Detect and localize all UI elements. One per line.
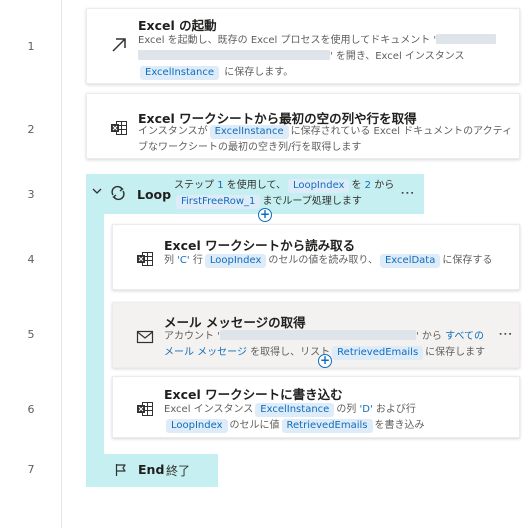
end-label: 終了 xyxy=(166,464,191,478)
desc-text: の列 xyxy=(336,404,357,415)
desc-text: Excel を起動し、既存の Excel プロセスを使用してドキュメント ' xyxy=(138,35,437,46)
excel-icon xyxy=(135,399,155,419)
action-description: 列 'C' 行 LoopIndex のセルの値を読み取り、 ExcelData に保存す… xyxy=(164,253,504,269)
action-card-retrieve-emails[interactable]: メール メッセージの取得 アカウント ' ' から すべての メール メッセージ … xyxy=(112,302,520,368)
action-card-launch-excel[interactable]: Excel の起動 Excel を起動し、既存の Excel プロセスを使用して… xyxy=(86,8,520,84)
flag-icon xyxy=(114,462,128,481)
variable-tag[interactable]: LoopIndex xyxy=(204,254,267,268)
mail-icon xyxy=(135,327,155,347)
action-description: インスタンスが ExcelInstance に保存されている Excel ドキュメン… xyxy=(138,124,514,156)
action-card-write-excel[interactable]: Excel ワークシートに書き込む Excel インスタンス ExcelInsta… xyxy=(112,376,520,438)
line-number: 6 xyxy=(27,403,35,416)
desc-text: ' を開き、Excel インスタンス xyxy=(330,51,465,62)
loop-header[interactable]: Loop ステップ 1 を使用して、 LoopIndex を 2 から FirstF… xyxy=(86,174,424,214)
more-options-icon[interactable]: ⋮ xyxy=(497,327,513,341)
end-title: End xyxy=(138,462,165,477)
desc-text: を xyxy=(351,180,362,191)
column-value[interactable]: 'C' xyxy=(177,255,189,266)
loop-rail xyxy=(86,214,104,454)
desc-text: を使用して、 xyxy=(226,180,286,191)
number-value[interactable]: 1 xyxy=(217,180,223,191)
link-all[interactable]: すべての xyxy=(445,331,484,342)
line-number: 1 xyxy=(27,40,35,53)
line-number: 3 xyxy=(27,188,35,201)
action-title: Excel ワークシートから読み取る xyxy=(164,238,356,253)
arrow-launch-icon xyxy=(109,35,129,55)
variable-tag[interactable]: FirstFreeRow_1 xyxy=(176,195,261,209)
add-action-plus-icon[interactable]: + xyxy=(258,208,272,222)
excel-icon xyxy=(135,249,155,269)
action-title: Excel ワークシートに書き込む xyxy=(164,387,343,402)
column-value[interactable]: 'D' xyxy=(360,404,373,415)
desc-text: ' から xyxy=(415,331,442,342)
line-number: 7 xyxy=(27,463,35,476)
chevron-down-icon[interactable] xyxy=(92,186,102,199)
desc-text: のセルの値を読み取り、 xyxy=(268,255,378,266)
variable-tag[interactable]: ExcelInstance xyxy=(140,66,220,80)
action-card-read-excel[interactable]: Excel ワークシートから読み取る 列 'C' 行 LoopIndex のセルの値… xyxy=(112,224,520,290)
variable-tag[interactable]: ExcelInstance xyxy=(255,403,335,417)
action-title: Excel の起動 xyxy=(138,18,217,33)
desc-text: に保存します xyxy=(425,347,486,358)
add-action-plus-icon[interactable]: + xyxy=(318,354,332,368)
desc-text: 行 xyxy=(192,255,203,266)
desc-text: までループ処理します xyxy=(262,196,362,207)
variable-tag[interactable]: ExcelInstance xyxy=(209,125,289,139)
variable-tag[interactable]: RetrievedEmails xyxy=(281,419,373,433)
number-value[interactable]: 2 xyxy=(365,180,371,191)
variable-tag[interactable]: LoopIndex xyxy=(166,419,228,433)
variable-tag[interactable]: RetrievedEmails xyxy=(332,346,424,360)
desc-text: ステップ xyxy=(174,180,214,191)
action-description: Excel を起動し、既存の Excel プロセスを使用してドキュメント ' '… xyxy=(138,33,514,81)
desc-text: アカウント ' xyxy=(164,331,220,342)
link-mail-messages[interactable]: メール メッセージ xyxy=(164,347,247,358)
end-step[interactable]: End 終了 xyxy=(86,454,218,487)
redacted-text xyxy=(138,50,330,60)
action-description: Excel インスタンス ExcelInstance の列 'D' および行 Loo… xyxy=(164,402,504,434)
line-number: 4 xyxy=(27,253,35,266)
more-options-icon[interactable]: ⋮ xyxy=(399,186,415,200)
line-number: 2 xyxy=(27,123,35,136)
redacted-text xyxy=(436,34,497,44)
desc-text: のセルに値 xyxy=(229,420,280,431)
action-description: アカウント ' ' から すべての メール メッセージ を取得し、リスト Retri… xyxy=(164,329,500,361)
action-card-first-free-row[interactable]: Excel ワークシートから最初の空の列や行を取得 インスタンスが ExcelIn… xyxy=(86,93,520,159)
line-number-gutter: 1 2 3 4 5 6 7 xyxy=(0,0,62,528)
line-number: 5 xyxy=(27,328,35,341)
excel-icon xyxy=(109,118,129,138)
desc-text: に保存します。 xyxy=(221,67,294,78)
desc-text: および行 xyxy=(375,404,416,415)
desc-text: から xyxy=(374,180,395,191)
variable-tag[interactable]: ExcelData xyxy=(379,254,441,268)
loop-description: ステップ 1 を使用して、 LoopIndex を 2 から FirstFreeRo… xyxy=(174,178,410,210)
desc-text: に保存する xyxy=(442,255,493,266)
desc-text: 列 xyxy=(164,255,174,266)
desc-text: を書き込み xyxy=(374,420,425,431)
redacted-text xyxy=(219,330,416,340)
loop-title: Loop xyxy=(137,187,172,202)
loop-icon xyxy=(110,185,126,205)
desc-text: インスタンスが xyxy=(138,126,208,137)
variable-tag[interactable]: LoopIndex xyxy=(287,179,350,193)
desc-text: Excel インスタンス xyxy=(164,404,254,415)
